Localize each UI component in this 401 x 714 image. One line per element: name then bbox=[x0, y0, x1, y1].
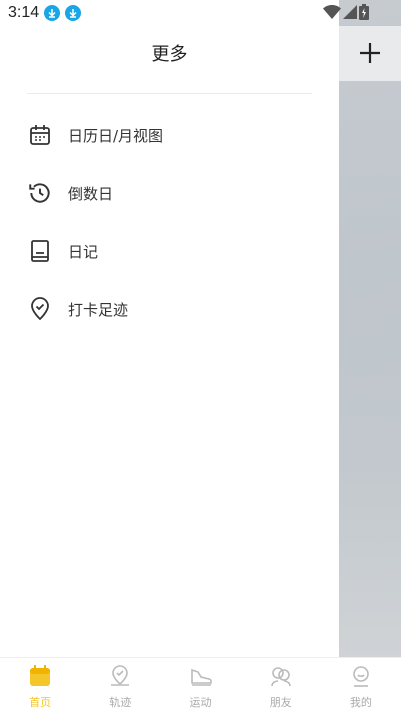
battery-icon bbox=[359, 4, 369, 20]
download-icon bbox=[65, 5, 82, 21]
nav-label: 轨迹 bbox=[109, 696, 132, 709]
diary-icon bbox=[24, 235, 56, 267]
map-background bbox=[339, 0, 401, 657]
menu-item-diary[interactable]: 日记 bbox=[24, 231, 314, 271]
side-drawer: 更多 日历日/月视图 倒数日 日记 打卡足迹 bbox=[0, 26, 339, 657]
nav-sport[interactable]: 运动 bbox=[160, 658, 240, 714]
nav-home[interactable]: 首页 bbox=[0, 658, 80, 714]
drawer-title: 更多 bbox=[151, 44, 188, 65]
menu-item-label: 日记 bbox=[68, 242, 99, 261]
nav-label: 朋友 bbox=[269, 696, 292, 709]
menu-item-label: 倒数日 bbox=[68, 184, 114, 203]
plus-icon bbox=[360, 43, 380, 63]
bottom-nav: 首页 轨迹 运动 朋友 我的 bbox=[0, 657, 401, 714]
drawer-divider bbox=[27, 93, 312, 94]
signal-icon bbox=[343, 5, 357, 19]
download-icon bbox=[44, 5, 61, 21]
menu-item-countdown[interactable]: 倒数日 bbox=[24, 173, 314, 213]
nav-label: 我的 bbox=[349, 696, 372, 709]
wifi-icon bbox=[323, 5, 341, 19]
history-icon bbox=[24, 177, 56, 209]
map-pin-icon bbox=[108, 664, 132, 692]
menu-item-checkin[interactable]: 打卡足迹 bbox=[24, 289, 314, 329]
add-button[interactable] bbox=[357, 40, 383, 66]
nav-friends[interactable]: 朋友 bbox=[241, 658, 321, 714]
nav-profile[interactable]: 我的 bbox=[321, 658, 401, 714]
profile-icon bbox=[349, 664, 373, 692]
status-time: 3:14 bbox=[8, 4, 40, 21]
location-check-icon bbox=[24, 293, 56, 325]
menu-item-label: 打卡足迹 bbox=[68, 300, 129, 319]
menu-item-calendar[interactable]: 日历日/月视图 bbox=[24, 115, 314, 155]
nav-label: 运动 bbox=[189, 696, 212, 709]
menu-item-label: 日历日/月视图 bbox=[68, 126, 164, 145]
friends-icon bbox=[269, 664, 293, 692]
nav-label: 首页 bbox=[29, 696, 52, 709]
home-icon bbox=[28, 664, 52, 692]
status-right bbox=[323, 4, 369, 20]
calendar-icon bbox=[24, 119, 56, 151]
nav-track[interactable]: 轨迹 bbox=[80, 658, 160, 714]
shoe-icon bbox=[189, 664, 213, 692]
status-bar: 3:14 bbox=[0, 0, 401, 26]
